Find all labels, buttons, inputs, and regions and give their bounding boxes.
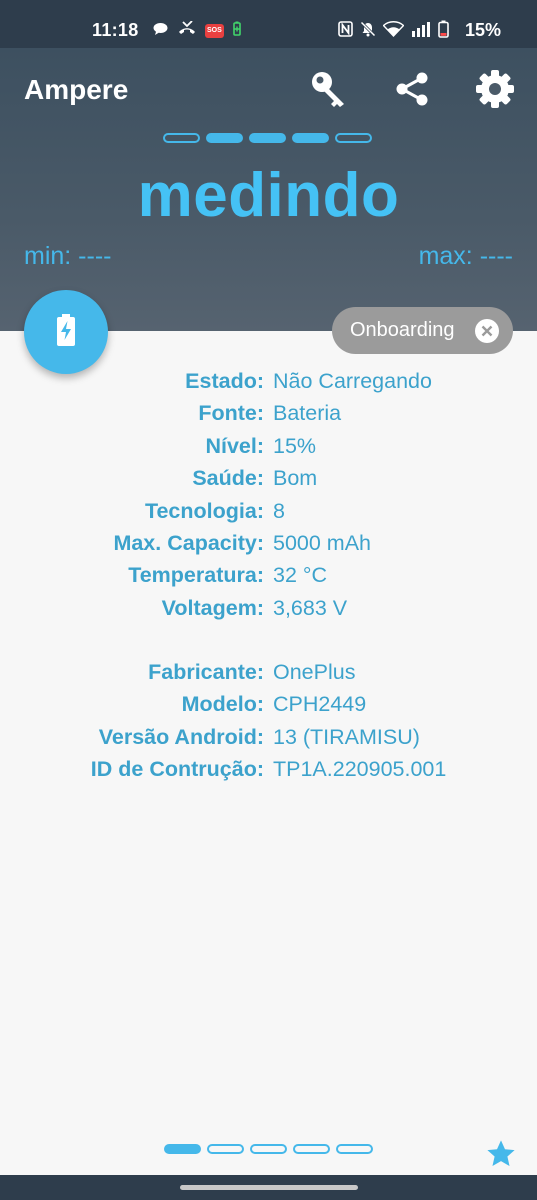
battery-fab-button[interactable] xyxy=(24,290,108,374)
info-label: Versão Android: xyxy=(98,724,264,749)
info-row-source: Fonte: Bateria xyxy=(0,401,537,433)
info-value: TP1A.220905.001 xyxy=(273,757,447,782)
page-dot-active[interactable] xyxy=(164,1144,201,1154)
share-icon xyxy=(393,70,431,113)
info-value: 13 (TIRAMISU) xyxy=(273,724,420,749)
info-label: Modelo: xyxy=(181,692,264,717)
info-value: Não Carregando xyxy=(273,369,432,393)
settings-button[interactable] xyxy=(472,68,518,114)
chat-bubble-icon xyxy=(152,21,169,42)
info-value: 3,683 V xyxy=(273,595,348,620)
app-header: Ampere medindo min: ---- max: ---- xyxy=(0,48,537,331)
info-row-max-capacity: Max. Capacity: 5000 mAh xyxy=(0,531,537,563)
info-value: Bom xyxy=(273,466,318,491)
info-row-state: Estado: Não Carregando xyxy=(0,369,537,401)
page-dot[interactable] xyxy=(293,1144,330,1154)
info-label: Nível: xyxy=(205,433,264,458)
battery-low-icon xyxy=(438,20,449,43)
sos-badge: SOS xyxy=(205,24,224,38)
silent-bell-icon xyxy=(360,20,376,42)
status-battery-percent: 15% xyxy=(464,20,501,40)
share-button[interactable] xyxy=(389,68,435,114)
info-value: CPH2449 xyxy=(273,692,367,717)
info-label: ID de Contrução: xyxy=(90,757,264,782)
status-system-icons xyxy=(338,20,449,43)
info-row-manufacturer: Fabricante: OnePlus xyxy=(0,660,537,692)
status-bar: 11:18 SOS 15% xyxy=(0,0,537,48)
info-label: Voltagem: xyxy=(161,595,264,620)
info-value: 8 xyxy=(273,498,285,523)
info-value: Bateria xyxy=(273,401,342,426)
info-row-temperature: Temperatura: 32 °C xyxy=(0,563,537,595)
system-nav-bar xyxy=(0,1175,537,1200)
wifi-icon xyxy=(382,20,405,42)
signal-icon xyxy=(411,21,431,42)
info-value: 5000 mAh xyxy=(273,530,372,555)
page-dot-active[interactable] xyxy=(206,133,243,143)
info-label: Fabricante: xyxy=(148,660,264,684)
info-label: Estado: xyxy=(185,369,264,393)
info-label: Max. Capacity: xyxy=(113,530,264,555)
info-label: Temperatura: xyxy=(128,563,264,588)
info-label: Saúde: xyxy=(192,466,264,491)
info-value: 32 °C xyxy=(273,563,328,588)
info-value: OnePlus xyxy=(273,660,356,684)
info-row-voltage: Voltagem: 3,683 V xyxy=(0,596,537,628)
status-notification-icons: SOS xyxy=(152,19,242,42)
info-row-model: Modelo: CPH2449 xyxy=(0,692,537,724)
battery-saver-icon xyxy=(232,21,242,42)
star-icon xyxy=(485,1140,517,1174)
status-time: 11:18 xyxy=(92,20,139,40)
min-reading: min: ---- xyxy=(24,242,112,270)
device-info-list: Fabricante: OnePlus Modelo: CPH2449 Vers… xyxy=(0,660,537,790)
missed-call-icon xyxy=(177,19,197,42)
page-dot[interactable] xyxy=(336,1144,373,1154)
battery-charging-icon xyxy=(56,313,76,351)
onboarding-chip[interactable]: Onboarding xyxy=(332,307,513,354)
page-dot[interactable] xyxy=(163,133,200,143)
nfc-icon xyxy=(338,20,353,42)
info-row-technology: Tecnologia: 8 xyxy=(0,499,537,531)
page-dot[interactable] xyxy=(335,133,372,143)
page-dot[interactable] xyxy=(250,1144,287,1154)
info-label: Fonte: xyxy=(198,401,264,426)
key-icon xyxy=(309,69,349,114)
page-dot-active[interactable] xyxy=(249,133,286,143)
app-title: Ampere xyxy=(24,74,129,105)
info-row-health: Saúde: Bom xyxy=(0,466,537,498)
info-label: Tecnologia: xyxy=(144,498,264,523)
key-button[interactable] xyxy=(306,68,352,114)
bottom-page-indicator xyxy=(164,1144,373,1154)
battery-info-list: Estado: Não Carregando Fonte: Bateria Ní… xyxy=(0,369,537,628)
page-dot-active[interactable] xyxy=(292,133,329,143)
rate-button[interactable] xyxy=(485,1138,517,1170)
onboarding-chip-label: Onboarding xyxy=(350,319,455,341)
measuring-status: medindo xyxy=(137,161,400,230)
close-icon[interactable] xyxy=(475,319,499,343)
page-dot[interactable] xyxy=(207,1144,244,1154)
info-row-android-version: Versão Android: 13 (TIRAMISU) xyxy=(0,725,537,757)
max-reading: max: ---- xyxy=(418,242,513,270)
info-row-build-id: ID de Contrução: TP1A.220905.001 xyxy=(0,757,537,789)
info-row-level: Nível: 15% xyxy=(0,434,537,466)
home-gesture-handle[interactable] xyxy=(180,1185,358,1190)
info-value: 15% xyxy=(273,433,317,458)
gear-icon xyxy=(475,69,515,114)
top-page-indicator xyxy=(163,133,372,143)
